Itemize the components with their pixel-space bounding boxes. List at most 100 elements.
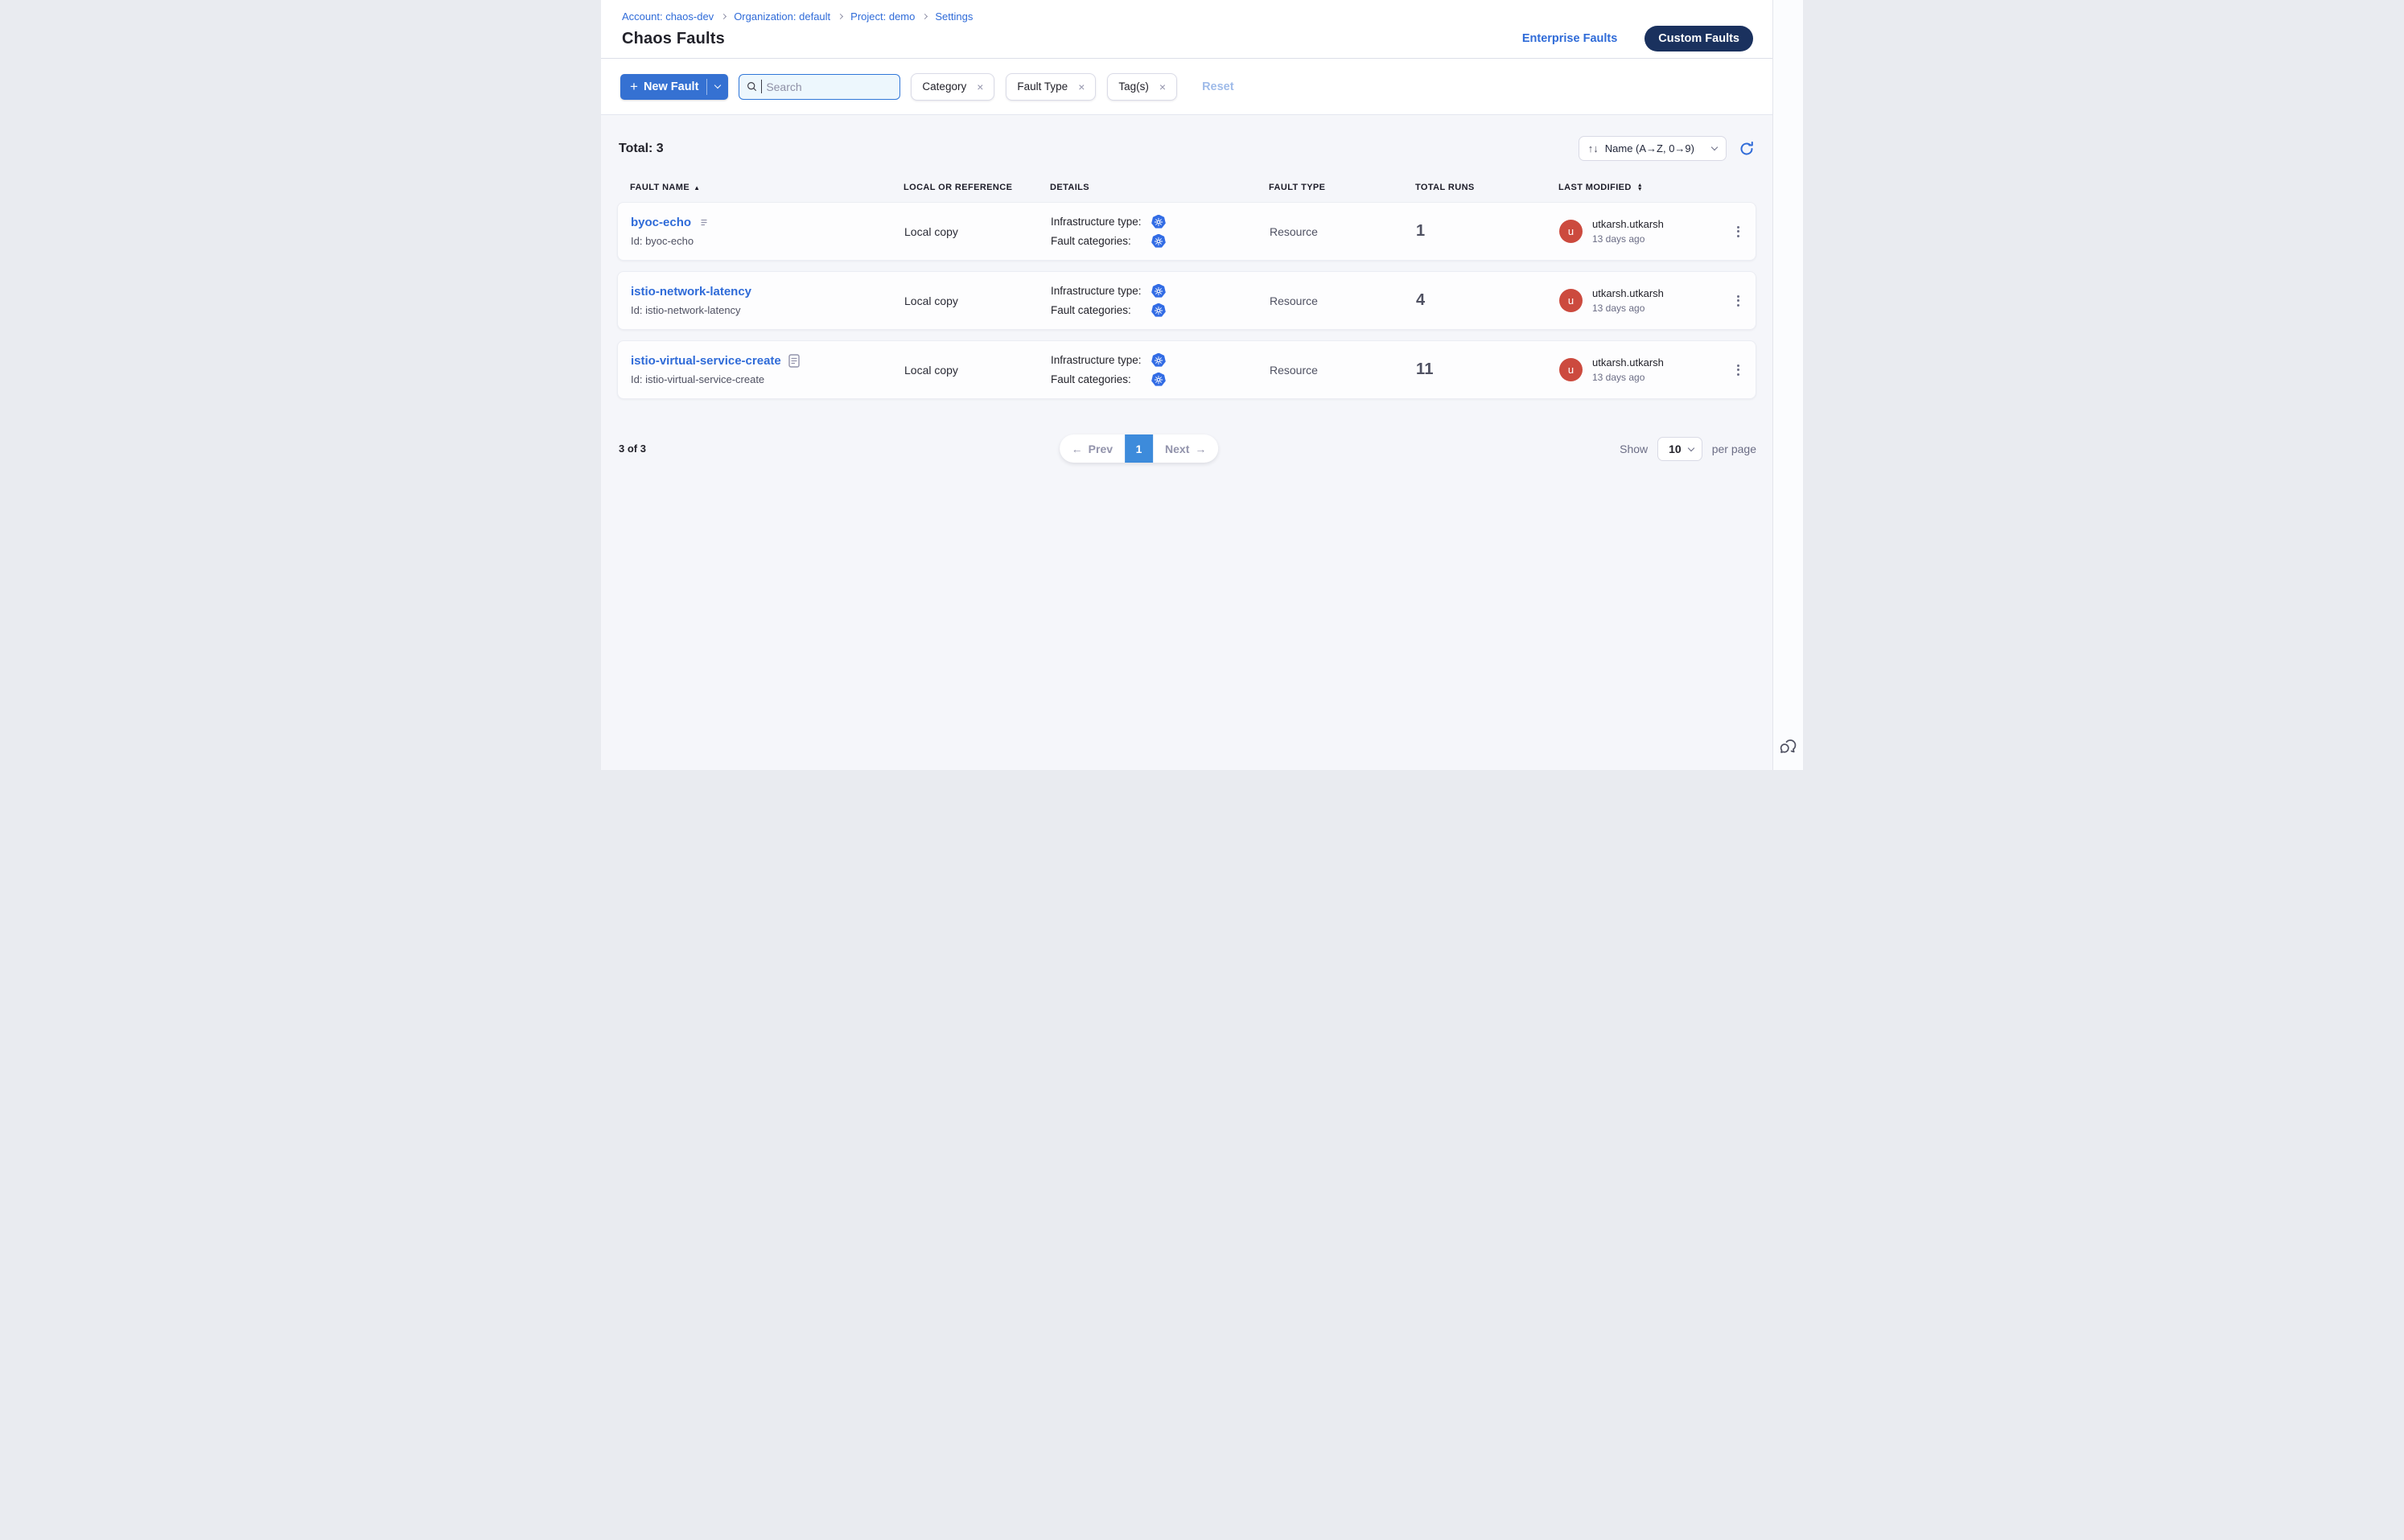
page-size-control: Show 10 per page <box>1620 437 1756 461</box>
close-icon[interactable]: × <box>977 81 983 93</box>
fault-name-cell: istio-network-latency Id: istio-network-… <box>631 285 904 316</box>
modified-time: 13 days ago <box>1592 372 1664 383</box>
column-last-modified[interactable]: LAST MODIFIED ▲▼ <box>1558 183 1711 192</box>
kubernetes-icon <box>1151 373 1166 387</box>
details-cell: Infrastructure type: Fault categories: <box>1051 215 1270 249</box>
right-rail <box>1772 0 1803 770</box>
chaos-faults-page: Account: chaos-dev Organization: default… <box>601 0 1803 770</box>
search-box[interactable] <box>739 74 900 100</box>
row-menu-button[interactable] <box>1734 292 1743 310</box>
new-fault-button[interactable]: + New Fault <box>620 74 706 100</box>
custom-faults-button[interactable]: Custom Faults <box>1645 26 1753 51</box>
plus-icon: + <box>630 80 638 93</box>
page-header: Account: chaos-dev Organization: default… <box>601 0 1772 59</box>
details-cell: Infrastructure type: Fault categories: <box>1051 353 1270 387</box>
sort-ascending-icon: ▲ <box>694 184 700 191</box>
fault-categories-label: Fault categories: <box>1051 304 1151 316</box>
new-fault-split-button[interactable]: + New Fault <box>620 74 728 100</box>
filter-chip-fault-type[interactable]: Fault Type × <box>1006 73 1096 101</box>
filter-chip-label: Fault Type <box>1017 80 1068 93</box>
row-menu-button[interactable] <box>1734 223 1743 241</box>
next-page-button[interactable]: Next → <box>1153 434 1218 463</box>
table-header-row: FAULT NAME ▲ LOCAL OR REFERENCE DETAILS … <box>617 183 1756 202</box>
refresh-button[interactable] <box>1739 140 1756 158</box>
enterprise-faults-link[interactable]: Enterprise Faults <box>1522 32 1617 45</box>
page-size-select[interactable]: 10 <box>1657 437 1702 461</box>
main-column: Account: chaos-dev Organization: default… <box>601 0 1772 770</box>
prev-page-button[interactable]: ← Prev <box>1060 434 1125 463</box>
breadcrumb-account[interactable]: Account: chaos-dev <box>622 10 714 23</box>
column-label: FAULT TYPE <box>1269 183 1325 192</box>
fault-name-link[interactable]: byoc-echo <box>631 216 691 229</box>
total-runs-value: 1 <box>1416 222 1559 241</box>
help-chat-button[interactable] <box>1778 736 1799 757</box>
fault-id-label: Id: istio-network-latency <box>631 304 904 316</box>
search-input[interactable] <box>766 80 892 93</box>
modified-by-user: utkarsh.utkarsh <box>1592 356 1664 369</box>
fault-id-label: Id: istio-virtual-service-create <box>631 373 904 385</box>
column-label: DETAILS <box>1050 183 1089 192</box>
chevron-down-icon <box>1711 144 1718 150</box>
fault-row-istio-virtual-service-create[interactable]: istio-virtual-service-create Id: istio-v… <box>617 340 1756 399</box>
new-fault-dropdown-button[interactable] <box>707 74 728 100</box>
row-menu-button[interactable] <box>1734 361 1743 379</box>
close-icon[interactable]: × <box>1159 81 1166 93</box>
header-actions: Enterprise Faults Custom Faults <box>1522 19 1753 58</box>
fault-type-value: Resource <box>1270 225 1416 238</box>
arrow-right-icon: → <box>1195 443 1206 455</box>
sort-dropdown[interactable]: ↑↓ Name (A→Z, 0→9) <box>1579 136 1727 161</box>
fault-row-istio-network-latency[interactable]: istio-network-latency Id: istio-network-… <box>617 271 1756 330</box>
kubernetes-icon <box>1151 234 1166 249</box>
close-icon[interactable]: × <box>1078 81 1085 93</box>
fault-type-value: Resource <box>1270 364 1416 377</box>
chevron-down-icon <box>1687 444 1694 451</box>
fault-name-link[interactable]: istio-virtual-service-create <box>631 354 781 368</box>
breadcrumb-project[interactable]: Project: demo <box>850 10 915 23</box>
per-page-label: per page <box>1712 443 1756 455</box>
kubernetes-icon <box>1151 215 1166 229</box>
column-label: FAULT NAME <box>630 183 690 192</box>
kubernetes-icon <box>1151 353 1166 368</box>
pagination-summary: 3 of 3 <box>619 443 646 455</box>
local-or-reference-value: Local copy <box>904 225 1051 238</box>
copy-manifest-icon[interactable] <box>698 216 710 229</box>
avatar: u <box>1559 289 1583 312</box>
list-header-actions: ↑↓ Name (A→Z, 0→9) <box>1579 136 1756 161</box>
arrow-left-icon: ← <box>1072 443 1083 455</box>
sort-arrows-icon: ↑↓ <box>1588 142 1599 154</box>
last-modified-cell: u utkarsh.utkarsh 13 days ago <box>1559 356 1710 383</box>
total-runs-value: 4 <box>1416 291 1559 310</box>
fault-name-link[interactable]: istio-network-latency <box>631 285 751 299</box>
search-icon <box>747 80 757 93</box>
page-title: Chaos Faults <box>622 30 973 48</box>
list-header: Total: 3 ↑↓ Name (A→Z, 0→9) <box>617 136 1756 161</box>
page-1-button[interactable]: 1 <box>1125 434 1153 463</box>
filter-chip-category[interactable]: Category × <box>911 73 994 101</box>
refresh-icon <box>1739 141 1755 157</box>
infrastructure-type-label: Infrastructure type: <box>1051 216 1151 228</box>
page-size-value: 10 <box>1669 443 1682 455</box>
filter-chip-label: Tag(s) <box>1118 80 1149 93</box>
fault-categories-label: Fault categories: <box>1051 373 1151 385</box>
filter-chip-tags[interactable]: Tag(s) × <box>1107 73 1177 101</box>
breadcrumb-settings[interactable]: Settings <box>935 10 973 23</box>
new-fault-label: New Fault <box>644 80 698 93</box>
column-fault-type: FAULT TYPE <box>1269 183 1415 192</box>
column-fault-name[interactable]: FAULT NAME ▲ <box>630 183 904 192</box>
next-label: Next <box>1165 443 1189 455</box>
copy-manifest-icon[interactable] <box>788 354 800 368</box>
modified-by-user: utkarsh.utkarsh <box>1592 218 1664 230</box>
fault-id-label: Id: byoc-echo <box>631 235 904 247</box>
chevron-down-icon <box>714 82 721 89</box>
content-area: Total: 3 ↑↓ Name (A→Z, 0→9) <box>601 115 1772 770</box>
modified-time: 13 days ago <box>1592 233 1664 245</box>
sort-both-icon: ▲▼ <box>1637 183 1643 192</box>
column-label: TOTAL RUNS <box>1415 183 1475 192</box>
local-or-reference-value: Local copy <box>904 294 1051 307</box>
avatar: u <box>1559 358 1583 381</box>
breadcrumb-organization[interactable]: Organization: default <box>734 10 830 23</box>
last-modified-cell: u utkarsh.utkarsh 13 days ago <box>1559 218 1710 245</box>
fault-row-byoc-echo[interactable]: byoc-echo Id: byoc-echo Local copy Infra… <box>617 202 1756 261</box>
breadcrumb: Account: chaos-dev Organization: default… <box>622 10 973 23</box>
reset-filters-button[interactable]: Reset <box>1202 80 1234 93</box>
